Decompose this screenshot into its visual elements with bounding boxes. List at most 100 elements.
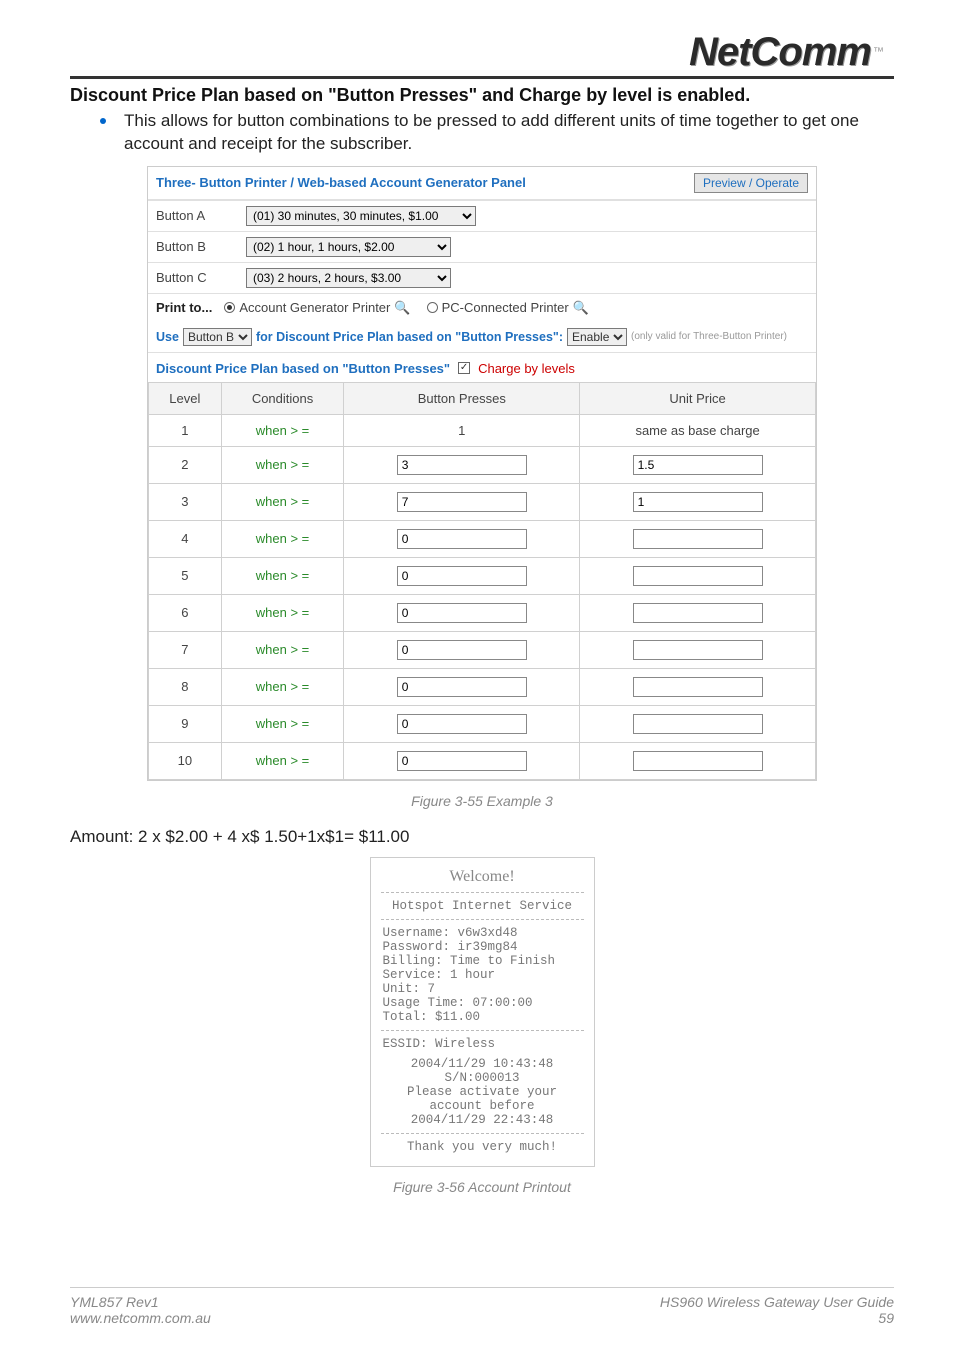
button-c-select[interactable]: (03) 2 hours, 2 hours, $3.00 xyxy=(246,268,451,288)
cell-button-presses xyxy=(344,594,580,631)
radio-account-generator-printer[interactable]: Account Generator Printer 🔍 xyxy=(224,300,410,316)
discount-sub-title: Discount Price Plan based on "Button Pre… xyxy=(156,361,450,376)
receipt-activate2: account before xyxy=(383,1099,582,1113)
button-presses-input[interactable] xyxy=(397,566,527,586)
amount-line: Amount: 2 x $2.00 + 4 x$ 1.50+1x$1= $11.… xyxy=(70,827,894,847)
table-row: 2when > = xyxy=(149,446,816,483)
cell-unit-price xyxy=(580,483,816,520)
discount-table: Level Conditions Button Presses Unit Pri… xyxy=(148,382,816,780)
button-presses-input[interactable] xyxy=(397,492,527,512)
table-row: 6when > = xyxy=(149,594,816,631)
button-presses-input[interactable] xyxy=(397,751,527,771)
unit-price-input[interactable] xyxy=(633,492,763,512)
button-presses-input[interactable] xyxy=(397,714,527,734)
table-row: 9when > = xyxy=(149,705,816,742)
receipt-thanks: Thank you very much! xyxy=(383,1140,582,1154)
receipt-service: Hotspot Internet Service xyxy=(383,899,582,913)
th-button-presses: Button Presses xyxy=(344,382,580,414)
receipt-title: Welcome! xyxy=(383,868,582,886)
cell-button-presses xyxy=(344,446,580,483)
cell-button-presses xyxy=(344,557,580,594)
use-button-select[interactable]: Button B xyxy=(183,328,252,346)
cell-unit-price xyxy=(580,631,816,668)
cell-condition: when > = xyxy=(221,520,344,557)
cell-button-presses xyxy=(344,668,580,705)
table-row: 5when > = xyxy=(149,557,816,594)
print-to-row: Print to... Account Generator Printer 🔍 … xyxy=(148,293,816,322)
cell-unit-price xyxy=(580,520,816,557)
panel-title: Three- Button Printer / Web-based Accoun… xyxy=(156,175,526,190)
use-prefix: Use xyxy=(156,330,179,344)
cell-condition: when > = xyxy=(221,594,344,631)
preview-operate-button[interactable]: Preview / Operate xyxy=(694,173,808,193)
magnifier-icon[interactable]: 🔍 xyxy=(394,300,410,316)
cell-button-presses xyxy=(344,705,580,742)
button-a-label: Button A xyxy=(156,208,246,223)
unit-price-input[interactable] xyxy=(633,714,763,734)
button-presses-input[interactable] xyxy=(397,640,527,660)
cell-level: 8 xyxy=(149,668,222,705)
cell-condition: when > = xyxy=(221,668,344,705)
unit-price-input[interactable] xyxy=(633,529,763,549)
cell-unit-price xyxy=(580,557,816,594)
cell-button-presses xyxy=(344,631,580,668)
button-presses-input[interactable] xyxy=(397,603,527,623)
discount-sub-header: Discount Price Plan based on "Button Pre… xyxy=(148,352,816,382)
bullet-item: This allows for button combinations to b… xyxy=(100,110,894,156)
figure-caption-1: Figure 3-55 Example 3 xyxy=(70,793,894,809)
cell-condition: when > = xyxy=(221,557,344,594)
use-note: (only valid for Three-Button Printer) xyxy=(631,331,787,342)
receipt-password: Password: ir39mg84 xyxy=(383,940,582,954)
cell-unit-price xyxy=(580,742,816,779)
receipt-total: Total: $11.00 xyxy=(383,1010,582,1024)
cell-button-presses xyxy=(344,520,580,557)
cell-level: 3 xyxy=(149,483,222,520)
logo-text: NetComm xyxy=(689,32,871,72)
generator-panel: Three- Button Printer / Web-based Accoun… xyxy=(147,166,817,781)
footer-url: www.netcomm.com.au xyxy=(70,1310,211,1326)
table-row: 8when > = xyxy=(149,668,816,705)
charge-by-levels-checkbox[interactable]: ✓ xyxy=(458,362,470,374)
radio-pc-connected-printer[interactable]: PC-Connected Printer 🔍 xyxy=(427,300,589,316)
use-discount-row: Use Button B for Discount Price Plan bas… xyxy=(148,322,816,352)
table-row: 3when > = xyxy=(149,483,816,520)
unit-price-input[interactable] xyxy=(633,603,763,623)
cell-button-presses: 1 xyxy=(344,414,580,446)
section-title: Discount Price Plan based on "Button Pre… xyxy=(70,85,894,106)
receipt-usage: Usage Time: 07:00:00 xyxy=(383,996,582,1010)
receipt-sn: S/N:000013 xyxy=(383,1071,582,1085)
magnifier-icon[interactable]: 🔍 xyxy=(573,300,589,316)
table-row: 1when > =1same as base charge xyxy=(149,414,816,446)
cell-unit-price: same as base charge xyxy=(580,414,816,446)
receipt-activate1: Please activate your xyxy=(383,1085,582,1099)
receipt-username: Username: v6w3xd48 xyxy=(383,926,582,940)
print-to-label: Print to... xyxy=(156,300,212,315)
button-b-select[interactable]: (02) 1 hour, 1 hours, $2.00 xyxy=(246,237,451,257)
cell-level: 5 xyxy=(149,557,222,594)
button-presses-input[interactable] xyxy=(397,455,527,475)
cell-condition: when > = xyxy=(221,705,344,742)
cell-unit-price xyxy=(580,446,816,483)
cell-unit-price xyxy=(580,668,816,705)
unit-price-input[interactable] xyxy=(633,751,763,771)
button-presses-input[interactable] xyxy=(397,677,527,697)
unit-price-input[interactable] xyxy=(633,640,763,660)
button-b-label: Button B xyxy=(156,239,246,254)
th-conditions: Conditions xyxy=(221,382,344,414)
unit-price-input[interactable] xyxy=(633,455,763,475)
receipt-ts2: 2004/11/29 22:43:48 xyxy=(383,1113,582,1127)
cell-level: 7 xyxy=(149,631,222,668)
cell-level: 10 xyxy=(149,742,222,779)
button-c-label: Button C xyxy=(156,270,246,285)
use-enable-select[interactable]: Enable xyxy=(567,328,627,346)
cell-condition: when > = xyxy=(221,446,344,483)
receipt-printout: Welcome! Hotspot Internet Service Userna… xyxy=(370,857,595,1167)
cell-level: 6 xyxy=(149,594,222,631)
unit-price-input[interactable] xyxy=(633,566,763,586)
button-presses-input[interactable] xyxy=(397,529,527,549)
unit-price-input[interactable] xyxy=(633,677,763,697)
receipt-service-hour: Service: 1 hour xyxy=(383,968,582,982)
footer-guide: HS960 Wireless Gateway User Guide xyxy=(660,1294,894,1310)
cell-level: 1 xyxy=(149,414,222,446)
button-a-select[interactable]: (01) 30 minutes, 30 minutes, $1.00 xyxy=(246,206,476,226)
